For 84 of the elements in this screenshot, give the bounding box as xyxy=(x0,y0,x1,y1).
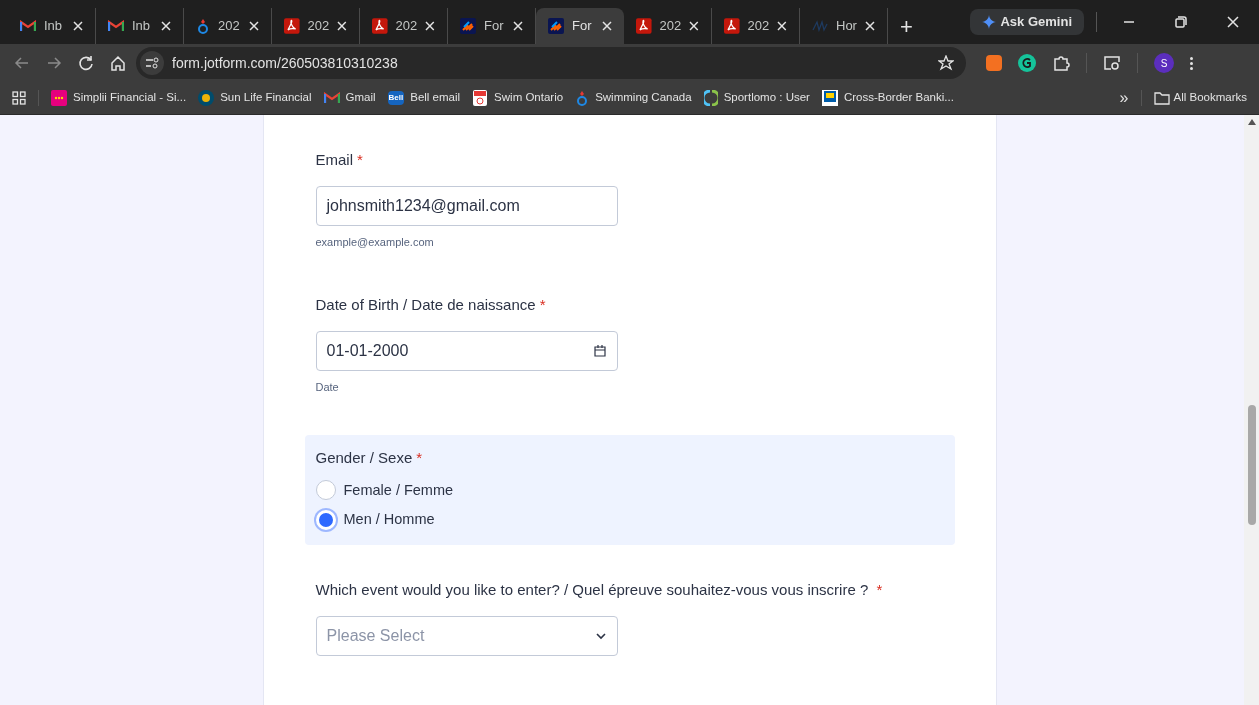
tab-title: 202 xyxy=(218,17,240,36)
shield-icon xyxy=(821,90,838,106)
tab-title: Hor xyxy=(836,17,857,36)
scrollbar-thumb[interactable] xyxy=(1247,405,1256,525)
bookmarks-overflow-button[interactable]: » xyxy=(1119,86,1129,110)
pdf-icon xyxy=(284,18,300,34)
tab-title: For xyxy=(572,17,592,36)
field-hint: example@example.com xyxy=(315,234,435,250)
close-icon[interactable] xyxy=(513,21,523,31)
close-icon[interactable] xyxy=(337,21,347,31)
puzzle-icon[interactable] xyxy=(1052,54,1070,72)
pencil-icon xyxy=(548,18,564,34)
swimmer-icon xyxy=(575,90,590,106)
bookmark-link[interactable]: Sportlomo : User xyxy=(723,89,810,107)
chevron-down-icon xyxy=(594,631,607,640)
scroll-up-icon[interactable] xyxy=(1247,119,1256,125)
new-tab-button[interactable]: + xyxy=(888,9,925,43)
tab-title: For xyxy=(484,17,504,36)
bookmark-link[interactable]: Swimming Canada xyxy=(595,89,692,107)
required-asterisk: * xyxy=(876,581,883,598)
required-asterisk: * xyxy=(357,151,363,168)
grammarly-icon[interactable] xyxy=(1018,54,1036,72)
browser-tab[interactable]: For xyxy=(536,8,624,44)
swimmer-icon xyxy=(196,18,210,34)
close-icon[interactable] xyxy=(73,21,83,31)
tab-title: 202 xyxy=(659,17,682,36)
bookmark-folder[interactable]: All Bookmarks xyxy=(1173,89,1247,107)
tab-title: Inb xyxy=(132,17,151,36)
close-icon[interactable] xyxy=(777,21,787,31)
field-label: Which event would you like to enter? / Quel épreuve souhaitez-vous vous inscrire ? * xyxy=(315,580,884,600)
bookmark-link[interactable]: Simplii Financial - Si... xyxy=(73,89,187,107)
pdf-icon xyxy=(724,18,740,34)
pdf-icon xyxy=(372,18,388,34)
mail-icon xyxy=(108,20,124,32)
calendar-icon[interactable] xyxy=(592,343,607,358)
star-icon[interactable] xyxy=(938,55,954,71)
menu-icon[interactable] xyxy=(1190,56,1193,70)
extension-icon[interactable] xyxy=(986,55,1002,71)
close-icon[interactable] xyxy=(602,21,612,31)
mail-icon xyxy=(323,92,340,104)
bell-logo-icon: Bell xyxy=(387,91,405,105)
search-tab-icon[interactable] xyxy=(1103,54,1121,72)
close-icon[interactable] xyxy=(865,21,875,31)
field-label: Date of Birth / Date de naissance * xyxy=(315,295,547,315)
sun-icon xyxy=(198,90,215,106)
site-settings-icon[interactable] xyxy=(140,51,164,75)
field-label: Email * xyxy=(315,150,364,170)
signature-icon xyxy=(812,20,828,32)
pdf-icon xyxy=(636,18,652,34)
bookmark-link[interactable]: Swim Ontario xyxy=(494,89,564,107)
folder-icon xyxy=(1153,91,1170,105)
bookmark-link[interactable]: Bell email xyxy=(410,89,461,107)
bookmark-link[interactable]: Sun Life Financial xyxy=(220,89,312,107)
bookmark-link[interactable]: Gmail xyxy=(345,89,376,107)
apps-grid-icon[interactable] xyxy=(12,91,26,105)
simplii-icon xyxy=(51,90,67,106)
radio-button[interactable] xyxy=(315,480,336,501)
mail-icon xyxy=(20,20,36,32)
close-icon[interactable] xyxy=(249,21,259,31)
field-hint: Date xyxy=(315,379,340,395)
sparkle-icon xyxy=(982,15,997,29)
profile-avatar[interactable]: S xyxy=(1154,53,1174,73)
close-icon[interactable] xyxy=(689,21,699,31)
pencil-icon xyxy=(460,18,476,34)
field-label: Gender / Sexe * xyxy=(315,448,424,468)
shield-icon xyxy=(472,90,489,106)
ring-icon xyxy=(703,90,718,106)
bookmark-link[interactable]: Cross-Border Banki... xyxy=(843,89,954,107)
tab-title: 202 xyxy=(747,17,770,36)
scrollbar[interactable] xyxy=(1244,115,1259,705)
required-asterisk: * xyxy=(539,296,546,313)
tab-title: 202 xyxy=(307,17,330,36)
radio-label: Men / Homme xyxy=(343,510,435,530)
address-bar[interactable]: form.jotform.com/260503810310238 xyxy=(136,47,966,79)
date-field[interactable]: 01-01-2000 xyxy=(315,330,618,371)
radio-label: Female / Femme xyxy=(343,480,454,500)
required-asterisk: * xyxy=(416,449,423,466)
close-icon[interactable] xyxy=(161,21,171,31)
close-icon[interactable] xyxy=(425,21,435,31)
tab-title: Inb xyxy=(44,17,63,36)
email-field[interactable]: johnsmith1234@gmail.com xyxy=(315,185,618,226)
gemini-button[interactable]: Ask Gemini xyxy=(970,9,1084,35)
tab-title: 202 xyxy=(395,17,418,36)
url-text: form.jotform.com/260503810310238 xyxy=(172,53,398,73)
